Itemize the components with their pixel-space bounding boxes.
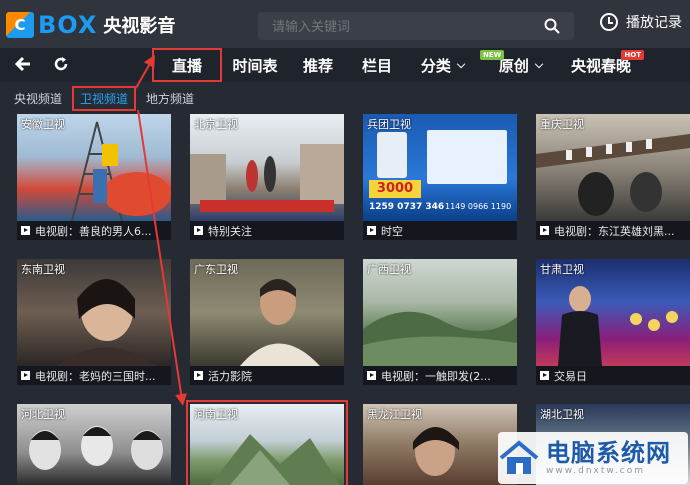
search-box [258, 12, 574, 42]
channel-card-bingtuan[interactable]: 3000 1259 0737 346 1149 0966 1190 兵团卫视 时… [363, 114, 517, 240]
program-title: 交易日 [554, 369, 587, 383]
tab-original[interactable]: NEW 原创 ⌵ [480, 48, 562, 82]
program-caption: 电视剧：善良的男人6... [17, 221, 171, 240]
ad-price-tag: 3000 [369, 180, 421, 198]
play-icon [367, 371, 376, 380]
channel-card-dongnan[interactable]: 东南卫视 电视剧：老妈的三国时... [17, 259, 171, 385]
tab-columns[interactable]: 栏目 [348, 48, 406, 82]
channel-card-guangdong[interactable]: 广东卫视 活力影院 [190, 259, 344, 385]
logo-mark: C [6, 12, 34, 38]
chevron-down-icon: ⌵ [456, 58, 466, 71]
play-icon [21, 226, 30, 235]
channel-name: 东南卫视 [21, 263, 65, 276]
program-caption: 特别关注 [190, 221, 344, 240]
play-icon [194, 371, 203, 380]
channel-card-henan[interactable]: 河南卫视 [186, 400, 348, 485]
channel-card-beijing[interactable]: 北京卫视 特别关注 [190, 114, 344, 240]
logo-name: 央视影音 [103, 16, 176, 37]
program-title: 电视剧：一触即发(2... [381, 369, 491, 383]
subtab-satellite[interactable]: 卫视频道 [72, 85, 137, 111]
program-caption: 时空 [363, 221, 517, 240]
channel-card-hebei[interactable]: 河北卫视 [17, 404, 171, 485]
history-button[interactable]: 播放记录 [600, 12, 682, 32]
play-icon [540, 371, 549, 380]
search-input[interactable] [270, 12, 534, 42]
tab-spring-gala[interactable]: 央视春晚 HOT [562, 48, 644, 82]
channel-name: 广西卫视 [367, 263, 411, 276]
history-label: 播放记录 [626, 15, 682, 31]
tab-category[interactable]: 分类 ⌵ [406, 48, 480, 82]
back-arrow-icon[interactable] [14, 55, 32, 73]
tab-live-label: 直播 [171, 56, 202, 75]
channel-name: 兵团卫视 [367, 118, 411, 131]
subtab-cctv[interactable]: 央视频道 [14, 90, 62, 107]
tab-schedule-label: 时间表 [232, 56, 278, 75]
tab-schedule[interactable]: 时间表 [222, 48, 288, 82]
program-title: 特别关注 [208, 224, 252, 238]
play-icon [194, 226, 203, 235]
program-title: 电视剧：老妈的三国时... [35, 369, 156, 383]
ad-phone-number: 1259 0737 346 [369, 202, 445, 212]
program-caption: 活力影院 [190, 366, 344, 385]
app-logo[interactable]: C BOX 央视影音 [6, 10, 175, 40]
tab-category-label: 分类 [420, 56, 451, 75]
tab-recommend-label: 推荐 [302, 56, 333, 75]
channel-name: 安徽卫视 [21, 118, 65, 131]
channel-card-anhui[interactable]: 安徽卫视 电视剧：善良的男人6... [17, 114, 171, 240]
ad-phone-number-2: 1149 0966 1190 [445, 202, 512, 211]
ad-phone-image [377, 132, 407, 178]
tab-recommend[interactable]: 推荐 [288, 48, 348, 82]
house-logo-icon [499, 440, 539, 474]
refresh-icon[interactable] [52, 55, 70, 73]
watermark-title: 电脑系统网 [546, 438, 671, 467]
channel-name: 甘肃卫视 [540, 263, 584, 276]
program-caption: 电视剧：东江英雄刘黑... [536, 221, 690, 240]
channel-name: 广东卫视 [194, 263, 238, 276]
channel-name: 北京卫视 [194, 118, 238, 131]
tab-live[interactable]: 直播 [152, 48, 222, 82]
ad-panel [427, 130, 507, 184]
site-watermark: 电脑系统网 www.dnxtw.com [498, 432, 688, 484]
main-nav: 直播 时间表 推荐 栏目 分类 ⌵ NEW 原创 ⌵ 央视春晚 HOT [0, 48, 690, 82]
program-caption: 电视剧：老妈的三国时... [17, 366, 171, 385]
channel-card-gansu[interactable]: 甘肃卫视 交易日 [536, 259, 690, 385]
channel-subtabs: 央视频道 卫视频道 地方频道 [14, 85, 208, 111]
clock-icon [600, 13, 618, 31]
program-caption: 交易日 [536, 366, 690, 385]
new-badge: NEW [480, 50, 505, 60]
play-icon [367, 226, 376, 235]
channel-name: 河南卫视 [194, 408, 238, 421]
search-icon[interactable] [544, 18, 560, 34]
channel-name: 重庆卫视 [540, 118, 584, 131]
channel-card-heilongjiang[interactable]: 黑龙江卫视 [363, 404, 517, 485]
hot-badge: HOT [621, 50, 644, 60]
program-caption: 电视剧：一触即发(2... [363, 366, 517, 385]
program-title: 时空 [381, 224, 403, 238]
tab-columns-label: 栏目 [361, 56, 392, 75]
logo-box-text: BOX [38, 11, 98, 39]
channel-card-guangxi[interactable]: 广西卫视 电视剧：一触即发(2... [363, 259, 517, 385]
play-icon [540, 226, 549, 235]
watermark-url: www.dnxtw.com [546, 466, 646, 476]
channel-name: 湖北卫视 [540, 408, 584, 421]
channel-card-chongqing[interactable]: 重庆卫视 电视剧：东江英雄刘黑... [536, 114, 690, 240]
chevron-down-icon: ⌵ [534, 58, 544, 71]
subtab-local[interactable]: 地方频道 [146, 90, 194, 107]
program-title: 电视剧：善良的男人6... [35, 224, 152, 238]
title-bar: C BOX 央视影音 播放记录 [0, 0, 690, 48]
play-icon [21, 371, 30, 380]
program-title: 电视剧：东江英雄刘黑... [554, 224, 675, 238]
channel-name: 河北卫视 [21, 408, 65, 421]
channel-name: 黑龙江卫视 [367, 408, 422, 421]
program-title: 活力影院 [208, 369, 252, 383]
